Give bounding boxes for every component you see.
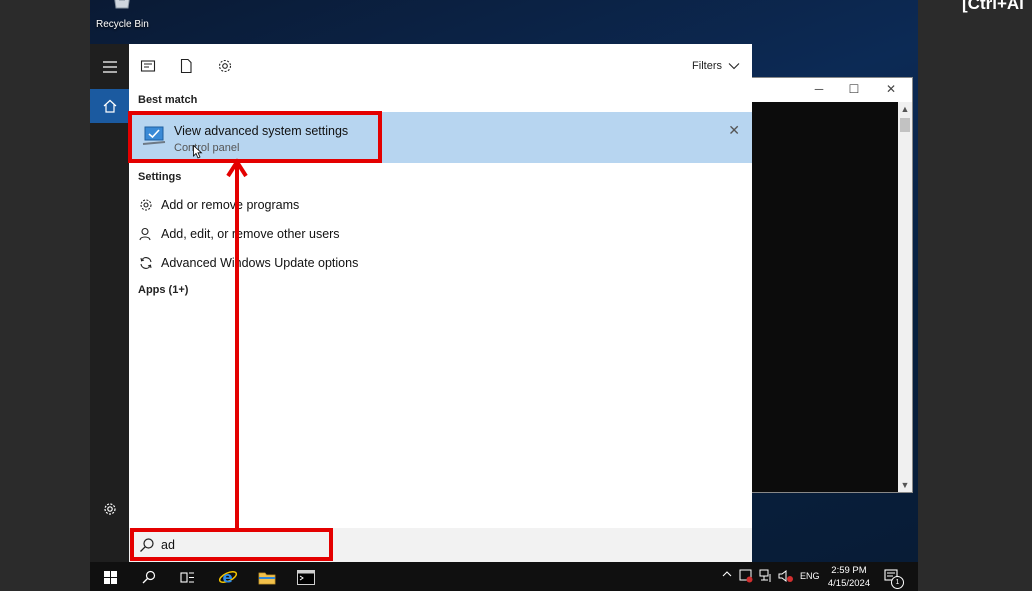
console-window[interactable]: ─ ☐ ✕ ▲ ▼ [750,77,913,493]
action-center-alert-icon[interactable] [739,569,753,583]
search-toolbar: Filters [129,44,752,88]
clock[interactable]: 2:59 PM 4/15/2024 [825,564,873,590]
filters-label: Filters [692,60,722,72]
setting-windows-update[interactable]: Advanced Windows Update options [129,248,752,277]
recycle-bin-label[interactable]: Recycle Bin [96,19,149,30]
documents-filter-icon[interactable] [178,58,194,74]
console-titlebar[interactable]: ─ ☐ ✕ [751,78,912,102]
maximize-icon[interactable]: ☐ [846,82,862,96]
search-icon[interactable] [138,566,160,588]
scrollbar-thumb[interactable] [900,118,910,132]
setting-label: Advanced Windows Update options [161,255,359,270]
home-icon[interactable] [90,89,129,123]
best-match-heading: Best match [138,94,198,106]
minimize-icon[interactable]: ─ [811,82,827,96]
gear-icon [136,198,156,212]
corner-hint-text: [Ctrl+Al [962,0,1024,13]
chevron-up-icon[interactable] [722,569,732,579]
apps-filter-icon[interactable] [140,58,156,74]
start-menu-rail [90,44,129,562]
windows-start-icon[interactable] [99,566,121,588]
notifications-icon[interactable]: 1 [883,568,904,589]
internet-explorer-icon[interactable]: e [217,566,239,588]
network-icon[interactable] [759,569,773,583]
settings-gear-icon[interactable] [90,492,129,526]
scroll-up-icon[interactable]: ▲ [898,104,912,114]
annotation-arrow-icon [226,158,248,528]
recycle-bin-icon[interactable] [110,0,134,10]
close-icon[interactable]: ✕ [883,82,899,96]
command-prompt-icon[interactable] [295,566,317,588]
volume-muted-icon[interactable] [778,569,794,583]
refresh-icon [136,256,156,270]
file-explorer-icon[interactable] [256,566,278,588]
clock-date: 4/15/2024 [827,578,871,589]
filters-dropdown[interactable]: Filters [692,60,740,72]
close-icon[interactable]: ✕ [728,122,740,139]
language-indicator[interactable]: ENG [800,571,820,581]
console-scrollbar[interactable]: ▲ ▼ [898,102,912,492]
highlight-box-search [130,528,333,561]
setting-other-users[interactable]: Add, edit, or remove other users [129,219,752,248]
settings-heading: Settings [138,171,182,183]
setting-add-remove-programs[interactable]: Add or remove programs [129,190,752,219]
scroll-down-icon[interactable]: ▼ [898,480,912,490]
user-icon [136,227,156,241]
task-view-icon[interactable] [176,566,198,588]
settings-filter-icon[interactable] [217,58,233,74]
chevron-down-icon [728,63,740,70]
svg-text:e: e [223,569,233,587]
taskbar: e ENG 2:59 PM 4/15/2024 1 [90,562,918,591]
highlight-box-best-match [128,111,382,163]
apps-heading[interactable]: Apps (1+) [138,284,188,296]
setting-label: Add, edit, or remove other users [161,226,340,241]
notification-count-badge: 1 [891,576,904,589]
clock-time: 2:59 PM [831,565,867,576]
hamburger-menu-icon[interactable] [90,50,129,84]
